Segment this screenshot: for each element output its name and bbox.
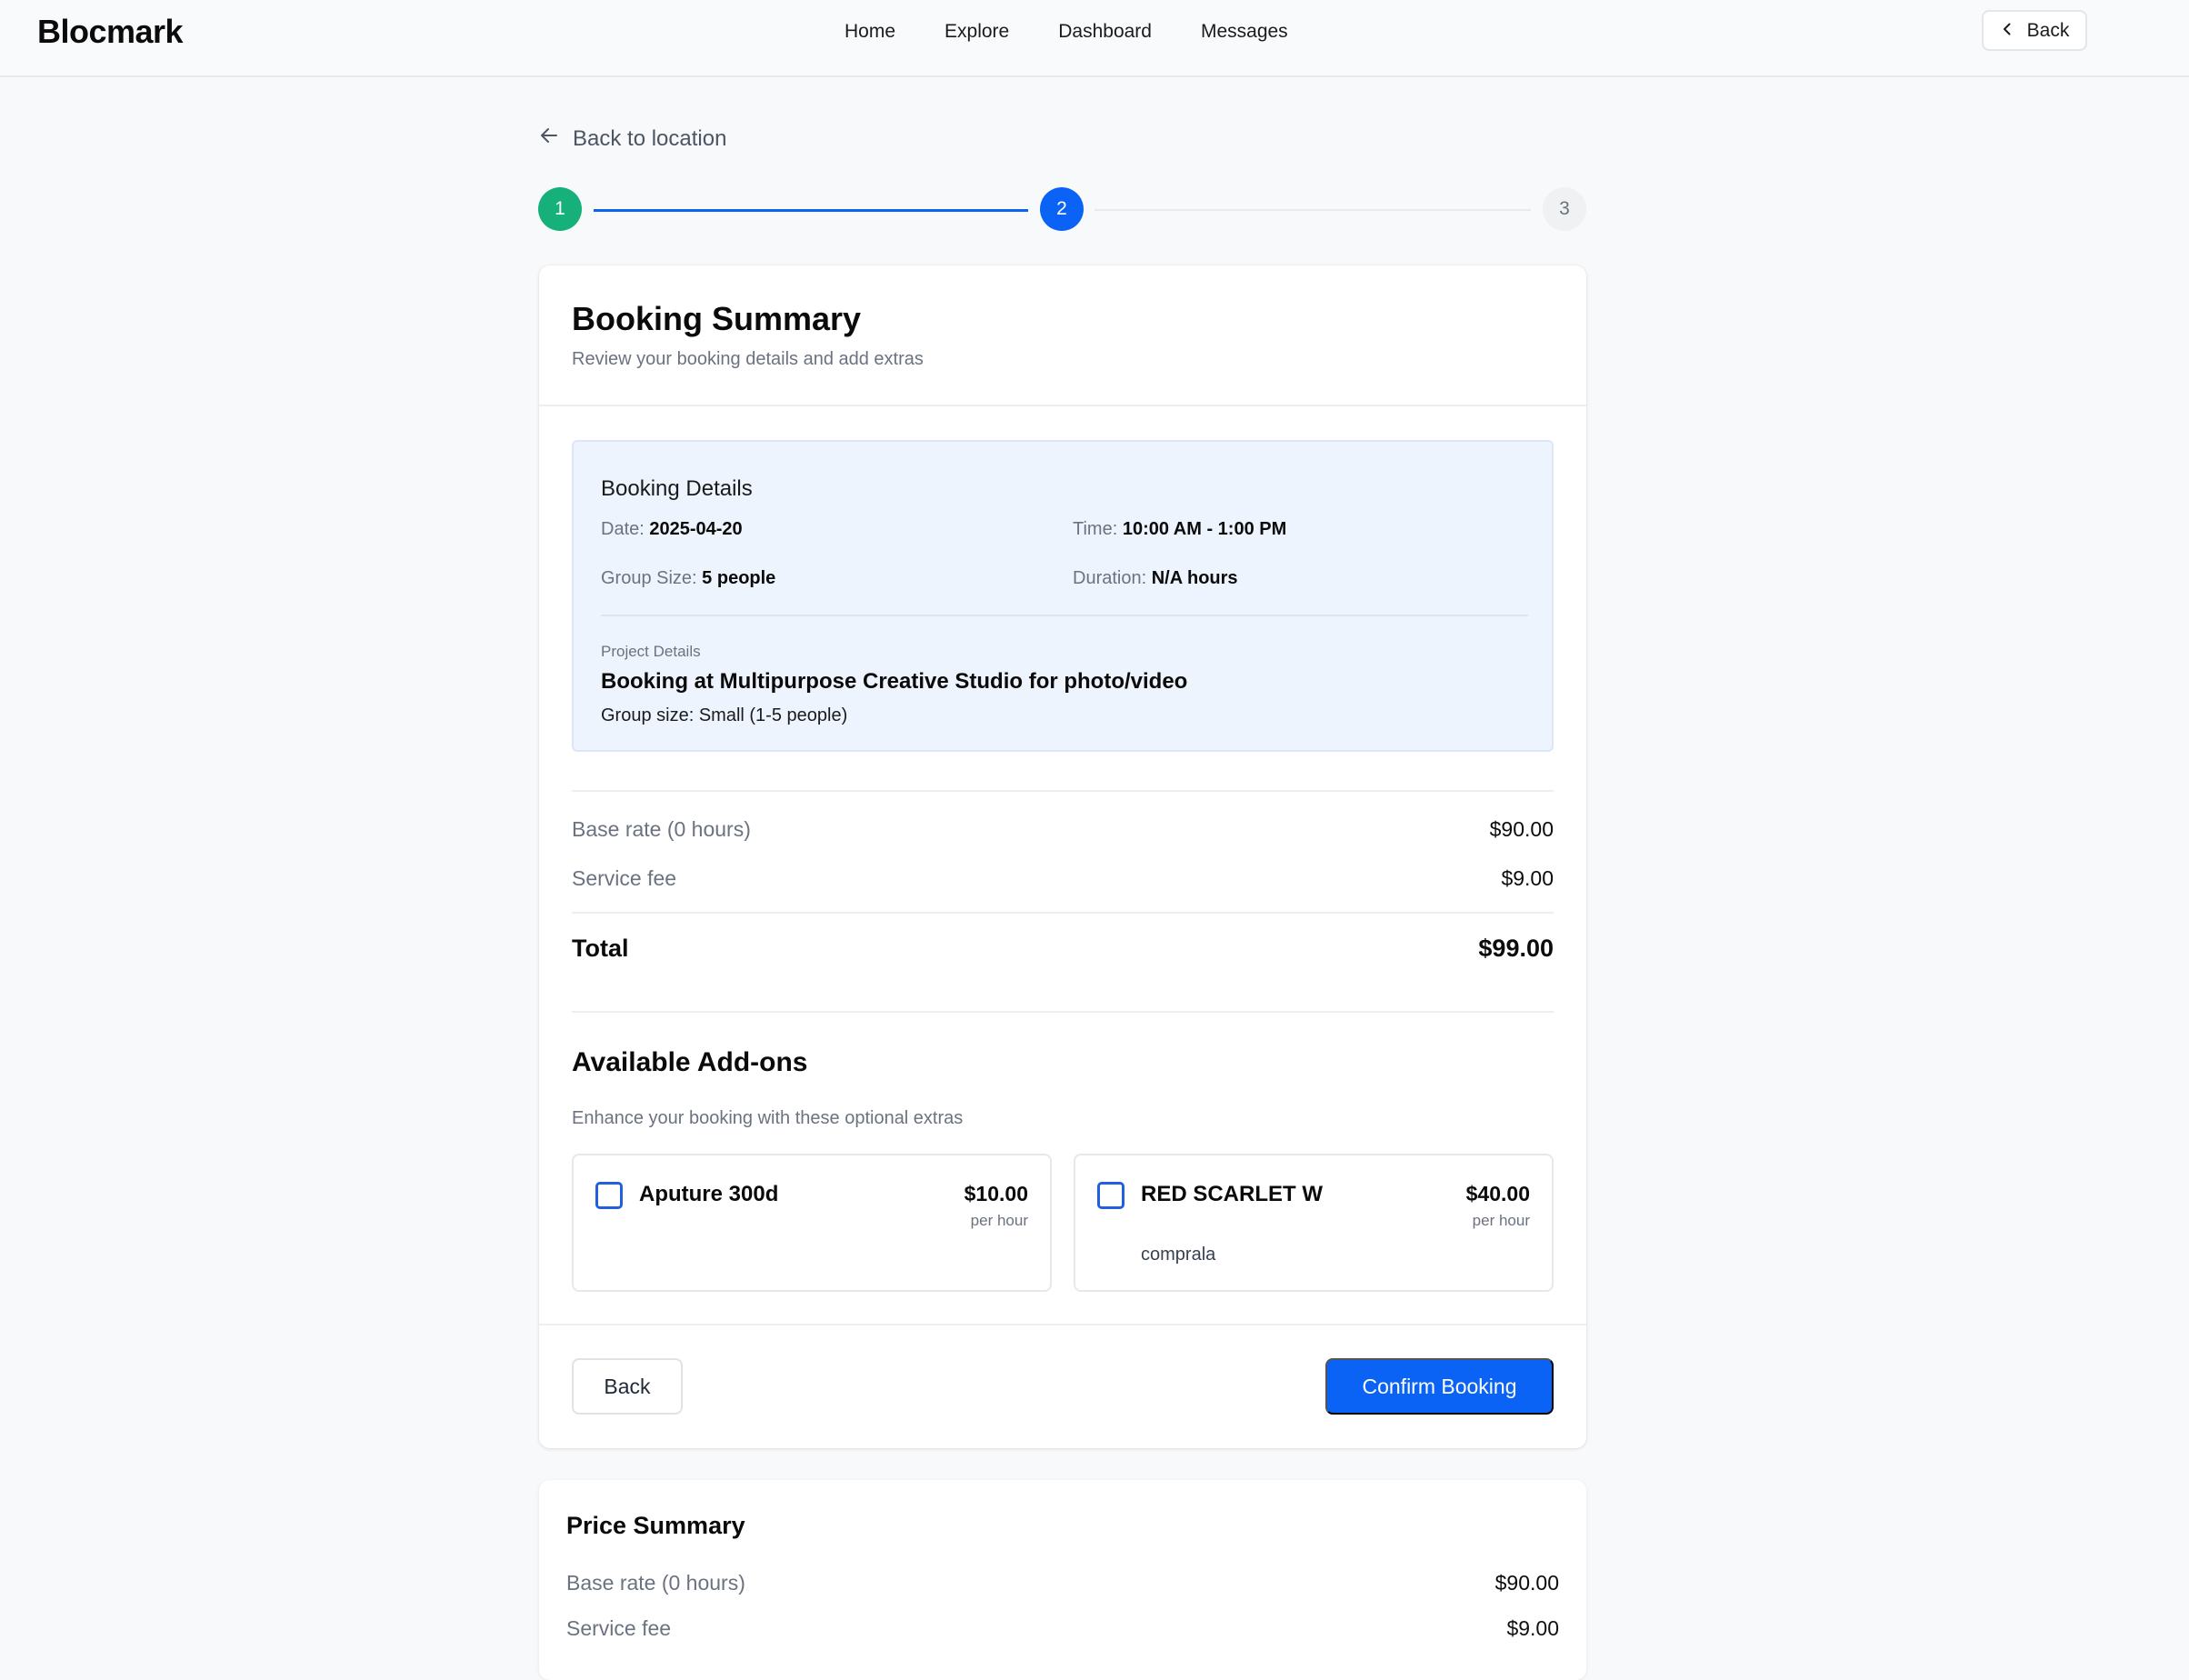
price-summary-fee-row: Service fee $9.00 [566, 1616, 1559, 1641]
addon-price-unit: per hour [970, 1212, 1028, 1229]
nav-explore[interactable]: Explore [945, 20, 1009, 44]
back-button[interactable]: Back [572, 1358, 683, 1415]
addon-name: RED SCARLET W [1141, 1182, 1323, 1206]
duration-field: Duration: N/A hours [1073, 568, 1238, 589]
nav-home[interactable]: Home [845, 20, 895, 44]
nav-dashboard[interactable]: Dashboard [1058, 20, 1152, 44]
addon-price-unit: per hour [1472, 1212, 1530, 1229]
booking-summary-card: Booking Summary Review your booking deta… [539, 265, 1586, 1448]
project-details-label: Project Details [601, 643, 701, 660]
time-label: Time: [1073, 519, 1118, 539]
date-label: Date: [601, 519, 645, 539]
addons-title: Available Add-ons [572, 1047, 808, 1077]
time-field: Time: 10:00 AM - 1:00 PM [1073, 519, 1286, 540]
header-back-button[interactable]: Back [1982, 10, 2087, 51]
back-to-location-link[interactable]: Back to location [538, 125, 726, 153]
group-size-field: Group Size: 5 people [601, 568, 775, 589]
header-back-label: Back [2026, 19, 2070, 41]
booking-details-title: Booking Details [601, 476, 753, 501]
price-summary-base-row: Base rate (0 hours) $90.00 [566, 1571, 1559, 1595]
service-fee-row: Service fee $9.00 [572, 866, 1554, 891]
chevron-left-icon [2000, 20, 2014, 42]
total-value: $99.00 [1478, 935, 1554, 962]
service-fee-label: Service fee [572, 866, 677, 890]
group-size-label: Group Size: [601, 568, 697, 588]
date-field: Date: 2025-04-20 [601, 519, 743, 540]
duration-value: N/A hours [1151, 568, 1238, 588]
price-summary-base-value: $90.00 [1494, 1571, 1559, 1595]
price-summary-fee-value: $9.00 [1506, 1616, 1559, 1640]
duration-label: Duration: [1073, 568, 1147, 588]
card-header: Booking Summary Review your booking deta… [539, 265, 1586, 406]
arrow-left-icon [538, 125, 560, 153]
booking-details-panel: Booking Details Date: 2025-04-20 Time: 1… [572, 440, 1554, 752]
top-navbar: Blocmark Home Explore Dashboard Messages… [0, 0, 2189, 77]
price-summary-card: Price Summary Base rate (0 hours) $90.00… [539, 1480, 1586, 1680]
project-group-size: Group size: Small (1-5 people) [601, 705, 848, 725]
group-size-value: 5 people [702, 568, 776, 588]
addons-subtitle: Enhance your booking with these optional… [572, 1108, 964, 1128]
base-rate-label: Base rate (0 hours) [572, 817, 751, 841]
page-title: Booking Summary [572, 300, 862, 337]
price-summary-base-label: Base rate (0 hours) [566, 1571, 745, 1595]
main-nav: Home Explore Dashboard Messages [845, 20, 1337, 44]
price-summary-title: Price Summary [566, 1512, 745, 1539]
brand-logo[interactable]: Blocmark [37, 13, 184, 51]
step-1: 1 [538, 187, 582, 231]
details-divider [601, 615, 1528, 616]
pricing-divider-top [572, 790, 1554, 792]
nav-messages[interactable]: Messages [1201, 20, 1288, 44]
booking-stepper: 1 2 3 [538, 187, 1586, 233]
addon-checkbox[interactable] [595, 1182, 623, 1209]
stepper-line-pending [1094, 209, 1531, 211]
addon-price: $40.00 [1465, 1182, 1530, 1205]
addon-card-aputure-300d[interactable]: Aputure 300d $10.00 per hour [572, 1154, 1052, 1292]
time-value: 10:00 AM - 1:00 PM [1122, 519, 1287, 539]
stepper-line-complete [594, 209, 1028, 212]
addon-checkbox[interactable] [1097, 1182, 1124, 1209]
addon-description: comprala [1141, 1245, 1216, 1265]
date-value: 2025-04-20 [649, 519, 743, 539]
project-title: Booking at Multipurpose Creative Studio … [601, 669, 1188, 694]
card-footer-divider [539, 1324, 1586, 1325]
back-to-location-label: Back to location [573, 125, 727, 151]
step-3: 3 [1543, 187, 1586, 231]
addon-card-red-scarlet-w[interactable]: RED SCARLET W $40.00 per hour comprala [1074, 1154, 1554, 1292]
addons-divider [572, 1011, 1554, 1013]
addon-price: $10.00 [964, 1182, 1028, 1205]
step-2: 2 [1040, 187, 1084, 231]
price-summary-fee-label: Service fee [566, 1616, 672, 1640]
service-fee-value: $9.00 [1501, 866, 1554, 890]
confirm-booking-button[interactable]: Confirm Booking [1325, 1358, 1554, 1415]
base-rate-row: Base rate (0 hours) $90.00 [572, 817, 1554, 842]
total-divider [572, 912, 1554, 914]
base-rate-value: $90.00 [1489, 817, 1554, 841]
page-subtitle: Review your booking details and add extr… [572, 349, 924, 369]
total-row: Total $99.00 [572, 935, 1554, 963]
total-label: Total [572, 935, 629, 962]
addon-name: Aputure 300d [639, 1182, 779, 1206]
